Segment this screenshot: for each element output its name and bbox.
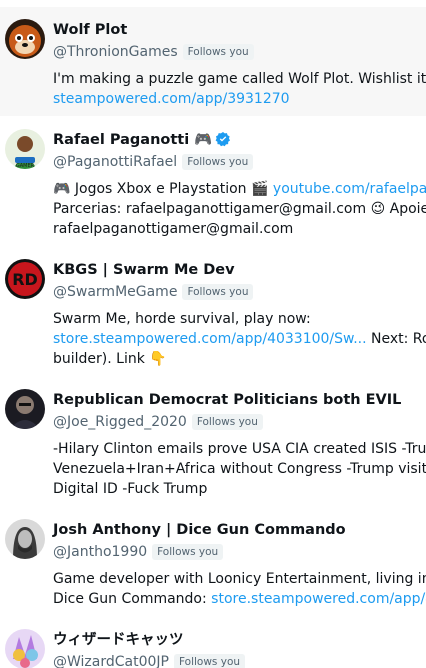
user-handle[interactable]: @SwarmMeGame (53, 284, 177, 300)
bio-line: builder). Link 👇 (53, 351, 167, 367)
follows-you-badge: Follows you (152, 544, 224, 560)
follows-you-badge: Follows you (182, 44, 254, 60)
display-name[interactable]: Wolf Plot (53, 20, 127, 40)
user-bio: Game developer with Loonicy Entertainmen… (53, 569, 426, 609)
bio-text: 🎮 Jogos Xbox e Playstation 🎬 (53, 181, 273, 197)
user-bio: Swarm Me, horde survival, play now: stor… (53, 309, 426, 369)
user-bio: 🎮 Jogos Xbox e Playstation 🎬 youtube.com… (53, 179, 426, 239)
bio-link[interactable]: store.steampowered.com/app/4033100/Sw... (53, 331, 367, 347)
portrait-avatar-icon (5, 389, 45, 429)
avatar[interactable]: RD (5, 259, 45, 299)
bio-line: rafaelpaganottigamer@gmail.com (53, 221, 294, 237)
kbgs-logo-icon: RD (5, 259, 45, 299)
bio-line: Swarm Me, horde survival, play now: (53, 311, 311, 327)
bio-link[interactable]: steampowered.com/app/3931270 (53, 91, 290, 107)
follows-you-badge: Follows you (182, 284, 254, 300)
avatar[interactable] (5, 389, 45, 429)
user-bio: I'm making a puzzle game called Wolf Plo… (53, 69, 426, 109)
follows-you-badge: Follows you (191, 414, 263, 430)
display-name[interactable]: ウィザードキャッツ (53, 630, 184, 650)
list-item[interactable]: Wolf Plot @ThronionGames Follows you I'm … (0, 7, 426, 116)
followers-list: Wolf Plot @ThronionGames Follows you I'm … (0, 0, 426, 668)
bio-text: Dice Gun Commando: (53, 591, 212, 607)
bio-line: I'm making a puzzle game called Wolf Plo… (53, 71, 426, 87)
portrait-avatar-icon (5, 519, 45, 559)
gamer-avatar-icon: GAMER (5, 129, 45, 169)
list-item[interactable]: ウィザードキャッツ @WizardCat00JP Follows you (0, 617, 426, 668)
user-handle[interactable]: @Jantho1990 (53, 544, 147, 560)
bio-line: -Hilary Clinton emails prove USA CIA cre… (53, 441, 426, 457)
bio-line: Parcerias: rafaelpaganottigamer@gmail.co… (53, 201, 426, 217)
follows-you-badge: Follows you (173, 654, 246, 668)
bio-text: Next: Ro (366, 331, 426, 347)
display-name[interactable]: Rafael Paganotti 🎮 (53, 132, 212, 148)
bio-line: Venezuela+Iran+Africa without Congress -… (53, 461, 426, 477)
bio-link[interactable]: store.steampowered.com/app/4 (211, 591, 426, 607)
avatar[interactable] (5, 519, 45, 559)
list-item[interactable]: Republican Democrat Politicians both EVI… (0, 377, 426, 506)
user-handle[interactable]: @WizardCat00JP (53, 654, 169, 668)
bio-link[interactable]: youtube.com/rafaelpa (273, 181, 426, 197)
svg-text:RD: RD (12, 270, 38, 289)
verified-badge-icon (215, 131, 231, 153)
display-name[interactable]: KBGS | Swarm Me Dev (53, 260, 235, 280)
display-name[interactable]: Republican Democrat Politicians both EVI… (53, 390, 401, 410)
follows-you-badge: Follows you (182, 154, 254, 170)
display-name[interactable]: Josh Anthony | Dice Gun Commando (53, 520, 346, 540)
avatar[interactable] (5, 19, 45, 59)
wizard-cat-avatar-icon (5, 629, 45, 668)
user-handle[interactable]: @Joe_Rigged_2020 (53, 414, 187, 430)
user-handle[interactable]: @ThronionGames (53, 44, 178, 60)
avatar[interactable] (5, 629, 45, 668)
display-name-row[interactable]: Rafael Paganotti 🎮 (53, 130, 231, 153)
user-bio: -Hilary Clinton emails prove USA CIA cre… (53, 439, 426, 499)
bio-line: Game developer with Loonicy Entertainmen… (53, 571, 426, 587)
wolf-avatar-icon (5, 19, 45, 59)
user-handle[interactable]: @PaganottiRafael (53, 154, 177, 170)
avatar[interactable]: GAMER (5, 129, 45, 169)
list-item[interactable]: RD KBGS | Swarm Me Dev @SwarmMeGame Follo… (0, 247, 426, 376)
list-item[interactable]: Josh Anthony | Dice Gun Commando @Jantho… (0, 507, 426, 616)
bio-line: Digital ID -Fuck Trump (53, 481, 208, 497)
svg-text:GAMER: GAMER (16, 163, 35, 169)
list-item[interactable]: GAMER Rafael Paganotti 🎮 @PaganottiRafae… (0, 117, 426, 246)
